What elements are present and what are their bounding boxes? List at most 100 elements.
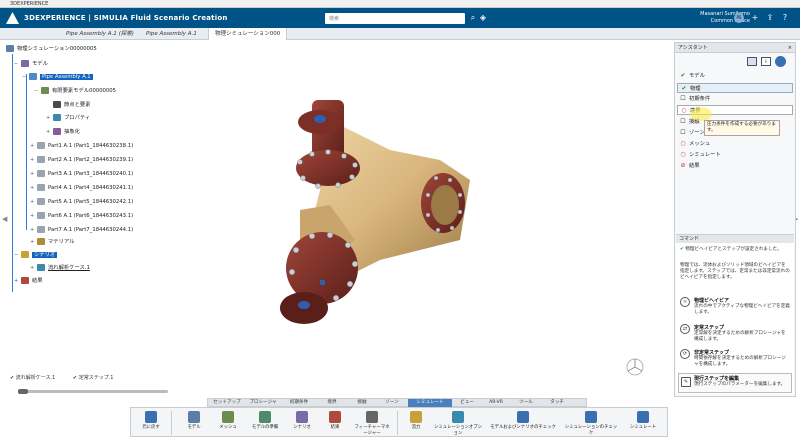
expand-icon[interactable]: + [30,263,35,273]
expand-icon[interactable]: + [14,276,19,286]
wtab-boundary[interactable]: 境界 [318,399,346,407]
tree-item-fem[interactable]: − 有限要素モデル00000005 [34,86,116,96]
tree-item-abstract[interactable]: + 抽象化 [46,127,80,137]
tree-item-assembly[interactable]: − Pipe Assembly A.1 [22,72,93,82]
left-panel-arrow-icon[interactable]: ◀ [2,215,7,223]
tree-item-nodes[interactable]: 節点と要素 [46,100,91,110]
expand-icon[interactable]: + [30,225,35,235]
simulate-button[interactable]: シミュレート [623,410,663,436]
collapse-icon[interactable]: − [22,72,27,82]
tree-item-part[interactable]: + Part5 A.1 (Part5_1844630242.1) [30,197,133,207]
wtab-procedure[interactable]: プロシージャ [246,399,280,407]
add-icon[interactable]: + [750,13,760,23]
tag-icon[interactable]: ◈ [478,13,488,23]
table-view-icon[interactable] [747,57,757,66]
wtab-initial[interactable]: 初期条件 [282,399,316,407]
collapse-icon[interactable]: − [14,250,19,260]
tree-item-part[interactable]: + Part3 A.1 (Part3_1844630240.1) [30,169,133,179]
tree-item-material[interactable]: + マテリアル [30,237,74,247]
fluid-force-button[interactable]: 流力 [403,410,429,436]
tree-item-part[interactable]: + Part2 A.1 (Part2_1844630239.1) [30,155,133,165]
physics-behavior-icon[interactable]: ⚛ [680,297,690,307]
help-icon[interactable]: ? [780,13,790,23]
empty-box-icon: ☐ [680,118,686,125]
wtab-view[interactable]: ビュー [454,399,480,407]
wtab-contact[interactable]: 接触 [348,399,376,407]
tree-item-part[interactable]: + Part6 A.1 (Part6_1844630243.1) [30,211,133,221]
command-item-title[interactable]: 物理ビヘイビア [694,297,729,304]
command-panel: コマンド ✔ 物理ビヘイビアとステップが設定されました。 物理では、流体およびソ… [676,234,794,394]
expand-icon[interactable]: + [30,155,35,165]
search-input[interactable]: 検索 [325,13,465,24]
assistant-item-result[interactable]: ⊘ 結果 [677,161,793,171]
info-icon[interactable]: i [761,57,771,66]
search-icon[interactable]: ⌕ [468,13,478,23]
assistant-item-initial[interactable]: ☐ 初期条件 [677,94,793,104]
tree-root[interactable]: 物理シミュレーション00000005 [6,44,97,54]
wtab-tools[interactable]: ツール [512,399,540,407]
assistant-item-model[interactable]: ✔ モデル [677,71,793,81]
tree-item-case[interactable]: + 流れ解析ケース.1 [30,263,90,273]
compass-triad-icon[interactable] [624,356,646,378]
tree-item-scenario[interactable]: − シナリオ [14,250,58,260]
command-item-title[interactable]: 現行ステップを編集 [694,375,739,382]
wtab-simulate[interactable]: シミュレート [408,399,452,407]
avatar[interactable]: PS [734,13,744,23]
expand-icon[interactable]: + [46,127,51,137]
expand-icon[interactable]: + [30,183,35,193]
steady-step-icon[interactable]: ⇄ [680,324,690,334]
scenario-button[interactable]: シナリオ [287,410,317,436]
close-icon[interactable]: × [788,43,792,53]
undo-button[interactable]: 元に戻す [137,410,165,436]
ribbon-label: モデルおよびシナリオのチェック [490,425,556,430]
assistant-item-physics[interactable]: ✔ 物理 [677,83,793,93]
check-simulation-button[interactable]: シミュレーションのチェック [563,410,619,436]
expand-icon[interactable]: + [30,197,35,207]
simulation-options-button[interactable]: シミュレーションオプション [433,410,483,436]
timeline-slider[interactable] [18,390,168,393]
feature-manager-button[interactable]: フィーチャーマネージャー [353,410,391,436]
tab-pipe-assembly[interactable]: Pipe Assembly A.1 [140,28,203,40]
wtab-setup[interactable]: セットアップ [210,399,244,407]
edit-pencil-icon[interactable]: ✎ [681,377,691,387]
assistant-item-mesh[interactable]: ○ メッシュ [677,139,793,149]
tree-item-part[interactable]: + Part7 A.1 (Part7_1844630244.1) [30,225,133,235]
expand-icon[interactable]: + [30,237,35,247]
tree-label: Part2 A.1 (Part2_1844630239.1) [48,157,134,163]
tab-pipe-assembly-explore[interactable]: Pipe Assembly A.1 (探索) [60,28,140,40]
expand-icon[interactable]: + [46,113,51,123]
collapse-icon[interactable]: − [34,86,39,96]
transient-step-icon[interactable]: ⟳ [680,349,690,359]
expand-icon[interactable]: + [30,141,35,151]
model-button[interactable]: モデル [179,410,209,436]
tree-item-part[interactable]: + Part1 A.1 (Part1_1844630238.1) [30,141,133,151]
wtab-touch[interactable]: タッチ [542,399,572,407]
result-button[interactable]: 結果 [321,410,349,436]
compass-logo-icon[interactable] [6,12,19,24]
timeline-slider-thumb[interactable] [18,389,28,394]
status-case[interactable]: ✔ 流れ解析ケース.1 [10,375,63,381]
top-bar: 3DEXPERIENCE | SIMULIA Fluid Scenario Cr… [0,8,800,28]
expand-icon[interactable]: + [30,211,35,221]
share-icon[interactable]: ⇪ [765,13,775,23]
model-prep-button[interactable]: モデルの準備 [247,410,283,436]
wtab-zone[interactable]: ゾーン [378,399,406,407]
mesh-button[interactable]: メッシュ [213,410,243,436]
3d-viewport[interactable]: 物理シミュレーション00000005 − モデル − Pipe Assembly A… [0,40,672,398]
mesh-icon [222,411,234,423]
tab-physics-simulation[interactable]: 物理シミュレーション000 [208,28,288,40]
expand-icon[interactable]: + [30,169,35,179]
settings-gear-icon[interactable] [775,56,786,67]
tree-item-result[interactable]: + 結果 [14,276,43,286]
command-item-title[interactable]: 定常ステップ [694,324,724,331]
wtab-ar-vr[interactable]: AR-VR [482,399,510,407]
command-item-title[interactable]: 非定常ステップ [694,349,729,356]
tree-item-props[interactable]: + プロパティ [46,113,90,123]
check-model-scenario-button[interactable]: モデルおよびシナリオのチェック [487,410,559,436]
assistant-item-simulate[interactable]: ○ シミュレート [677,150,793,160]
status-step[interactable]: ✔ 定常ステップ.1 [73,375,122,381]
tree-item-model[interactable]: − モデル [14,59,48,69]
collapse-icon[interactable]: − [14,59,19,69]
ribbon-label: メッシュ [219,425,237,430]
tree-item-part[interactable]: + Part4 A.1 (Part4_1844630241.1) [30,183,133,193]
